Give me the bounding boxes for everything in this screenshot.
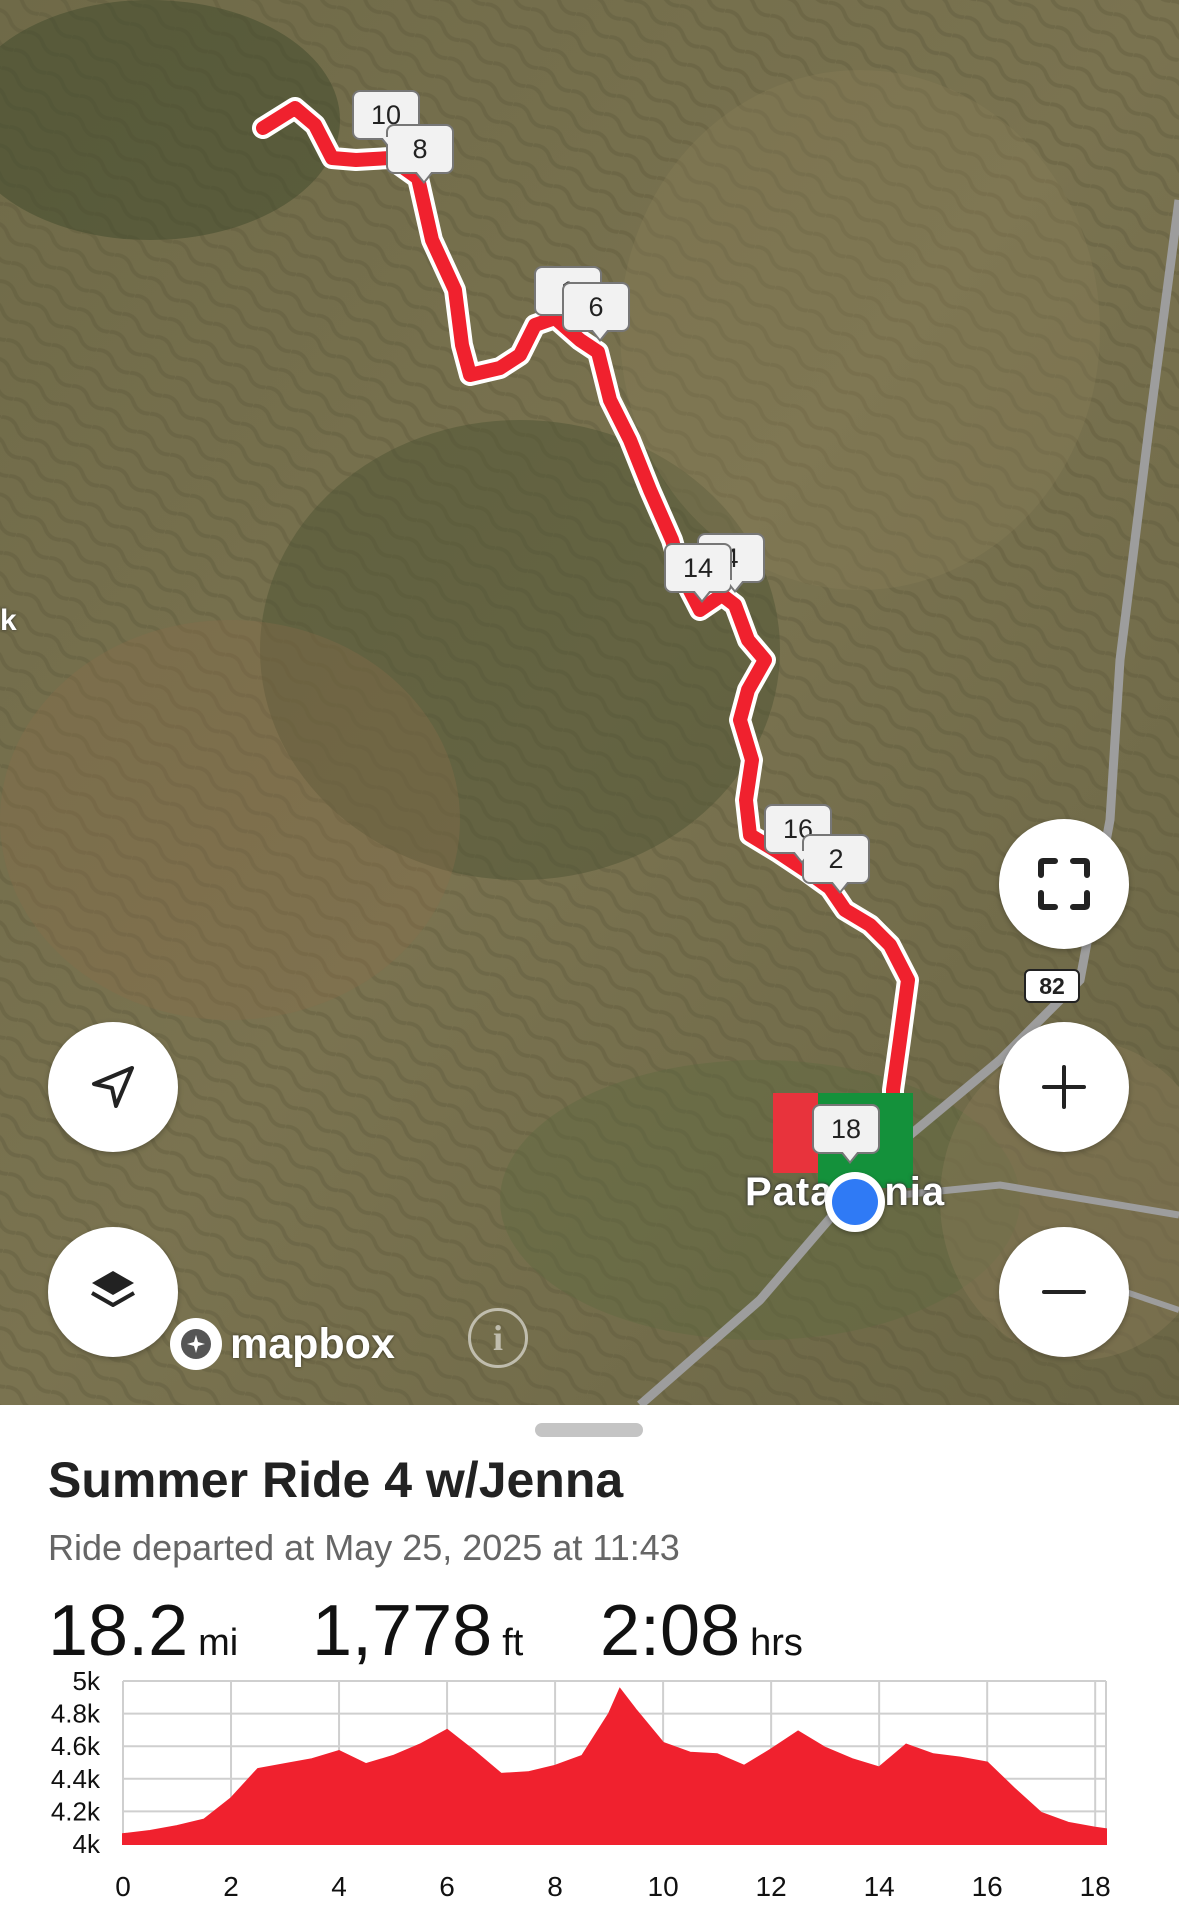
x-tick-label: 16 [972, 1871, 1003, 1902]
stat-value: 2:08 [600, 1591, 741, 1671]
minus-icon [1042, 1290, 1086, 1294]
fullscreen-icon [1038, 858, 1090, 910]
elevation-chart[interactable]: 4k4.2k4.4k4.6k4.8k5k 0 2 4 6 8 10 12 14 16 18 [0, 1665, 1179, 1916]
y-tick-label: 4.2k [51, 1796, 101, 1826]
fullscreen-button[interactable] [999, 819, 1129, 949]
stat-value: 18.2 [48, 1591, 189, 1671]
mile-marker[interactable]: 2 [802, 834, 870, 894]
y-tick-label: 4.4k [51, 1764, 101, 1794]
y-tick-label: 4.8k [51, 1699, 101, 1729]
x-tick-label: 0 [115, 1871, 131, 1902]
ride-title: Summer Ride 4 w/Jenna [48, 1452, 624, 1508]
zoom-in-button[interactable] [999, 1022, 1129, 1152]
blue-location-dot-icon [825, 1172, 885, 1232]
info-icon[interactable]: i [468, 1308, 528, 1368]
y-tick-label: 4.6k [51, 1731, 101, 1761]
map-edge-label: k [0, 604, 17, 637]
y-tick-label: 4k [73, 1829, 101, 1859]
stat-value: 1,778 [312, 1591, 493, 1671]
mile-marker[interactable]: 18 [812, 1104, 880, 1164]
x-tick-label: 4 [331, 1871, 347, 1902]
stat-unit: hrs [750, 1622, 803, 1664]
mile-marker[interactable]: 6 [562, 282, 630, 342]
stat-distance: 18.2 mi [48, 1590, 238, 1672]
mapbox-logo-icon [170, 1318, 222, 1370]
map-view[interactable]: k 82 Patagonia 10 8 1 6 4 14 16 2 18 [0, 0, 1179, 1405]
mapbox-attribution[interactable]: mapbox [170, 1318, 395, 1370]
ride-departure-text: Ride departed at May 25, 2025 at 11:43 [48, 1527, 680, 1568]
navigation-arrow-icon [92, 1066, 134, 1108]
x-tick-label: 12 [756, 1871, 787, 1902]
ride-details-sheet: Summer Ride 4 w/Jenna Ride departed at M… [0, 1405, 1179, 1916]
mapbox-wordmark: mapbox [230, 1319, 395, 1368]
x-tick-label: 8 [547, 1871, 563, 1902]
map-layers-button[interactable] [48, 1227, 178, 1357]
x-tick-label: 18 [1080, 1871, 1111, 1902]
stat-elevation: 1,778 ft [312, 1590, 523, 1672]
layers-icon [91, 1271, 135, 1307]
sheet-drag-handle[interactable] [535, 1423, 643, 1437]
x-tick-label: 14 [864, 1871, 895, 1902]
mile-marker[interactable]: 8 [386, 124, 454, 184]
stat-duration: 2:08 hrs [600, 1590, 803, 1672]
x-tick-label: 10 [648, 1871, 679, 1902]
zoom-out-button[interactable] [999, 1227, 1129, 1357]
highway-shield: 82 [1024, 969, 1080, 1003]
stat-unit: ft [502, 1622, 524, 1664]
y-tick-label: 5k [73, 1666, 101, 1696]
satellite-terrain [0, 0, 1179, 1405]
locate-button[interactable] [48, 1022, 178, 1152]
x-tick-label: 6 [439, 1871, 455, 1902]
stat-unit: mi [198, 1622, 239, 1664]
elevation-area [122, 1687, 1107, 1845]
x-tick-label: 2 [223, 1871, 239, 1902]
mile-marker[interactable]: 14 [664, 543, 732, 603]
plus-icon [1042, 1065, 1086, 1109]
